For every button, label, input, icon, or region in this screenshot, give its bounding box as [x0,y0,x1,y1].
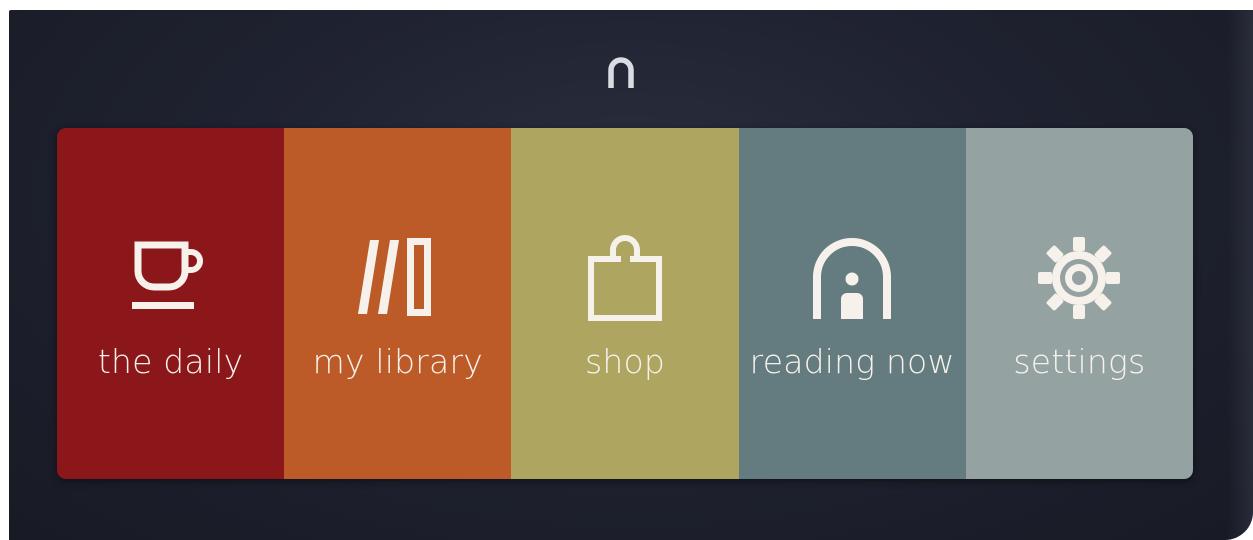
tile-label: reading now [749,342,955,381]
device-bezel: the daily my library shop reading now se… [9,10,1253,540]
tile-settings[interactable]: settings [965,128,1193,479]
nook-n-icon [608,57,634,88]
nook-home-button[interactable] [601,50,641,94]
tile-label: my library [312,342,483,381]
tile-reading-now[interactable]: reading now [738,128,966,479]
tile-the-daily[interactable]: the daily [57,128,285,479]
tile-my-library[interactable]: my library [284,128,512,479]
tile-label: the daily [97,342,244,381]
library-books-icon [284,232,511,324]
tile-label: settings [1013,342,1146,381]
quick-nav-bar: the daily my library shop reading now se… [57,128,1193,479]
gear-icon [966,232,1193,324]
tile-label: shop [584,342,665,381]
coffee-cup-icon [57,232,284,324]
tile-shop[interactable]: shop [511,128,739,479]
shopping-bag-icon [511,232,738,324]
reading-arch-icon [739,232,966,324]
